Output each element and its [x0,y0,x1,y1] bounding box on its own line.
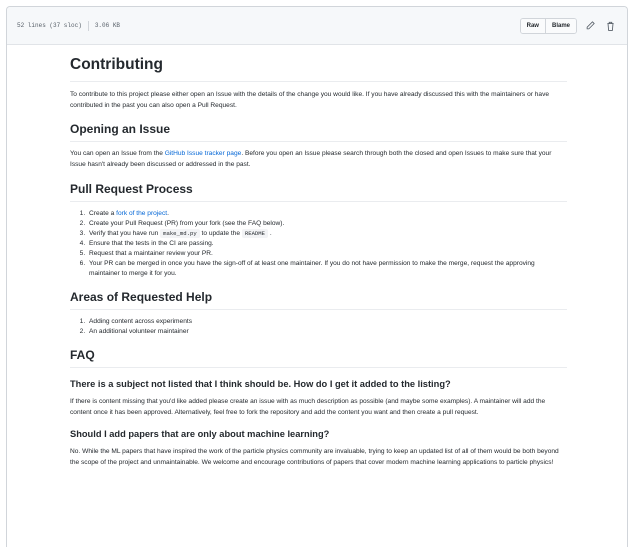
list-item: Create your Pull Request (PR) from your … [87,219,567,229]
file-meta: 52 lines (37 sloc) 3.06 KB [17,20,121,31]
meta-divider [87,20,89,31]
heading-faq: FAQ [70,347,567,368]
text: . [167,210,169,217]
file-actions: Raw Blame [519,17,617,34]
intro-paragraph: To contribute to this project please eit… [70,91,550,109]
code-make-md: make_md.py [160,229,200,238]
blame-button[interactable]: Blame [544,18,576,33]
list-item: Request that a maintainer review your PR… [87,249,567,259]
file-button-group: Raw Blame [519,17,577,34]
text: You can open an Issue from the [70,150,165,157]
page-title: Contributing [70,55,567,82]
list-item: An additional volunteer maintainer [87,327,567,337]
text: Verify that you have run [89,230,161,237]
file-header: 52 lines (37 sloc) 3.06 KB Raw Blame [7,7,627,45]
list-item: Your PR can be merged in once you have t… [87,259,567,279]
issue-tracker-link[interactable]: GitHub Issue tracker page [165,150,242,157]
faq-answer-2: No. While the ML papers that have inspir… [70,448,559,466]
heading-requested-help: Areas of Requested Help [70,289,567,310]
raw-button[interactable]: Raw [520,18,545,33]
list-item: Verify that you have run make_md.py to u… [87,229,567,239]
file-view: 52 lines (37 sloc) 3.06 KB Raw Blame Con… [6,6,628,547]
line-count: 52 lines (37 sloc) [17,22,82,29]
trash-icon[interactable] [603,19,617,33]
pr-steps-list: Create a fork of the project. Create you… [70,209,567,279]
text: to update the [199,230,242,237]
faq-question-1: There is a subject not listed that I thi… [70,379,451,389]
help-list: Adding content across experiments An add… [70,317,567,337]
pencil-icon[interactable] [583,19,597,33]
fork-link[interactable]: fork of the project [116,210,167,217]
list-item: Create a fork of the project. [87,209,567,219]
code-readme: README [241,229,269,238]
list-item: Adding content across experiments [87,317,567,327]
list-item: Ensure that the tests in the CI are pass… [87,239,567,249]
heading-pr-process: Pull Request Process [70,181,567,202]
opening-issue-paragraph: You can open an Issue from the GitHub Is… [70,149,567,170]
faq-question-2: Should I add papers that are only about … [70,429,330,439]
file-size: 3.06 KB [94,22,121,29]
heading-opening-issue: Opening an Issue [70,121,567,142]
text: . [268,230,272,237]
faq-answer-1: If there is content missing that you'd l… [70,398,546,416]
text: Create a [89,210,117,217]
markdown-body: Contributing To contribute to this proje… [70,55,567,468]
